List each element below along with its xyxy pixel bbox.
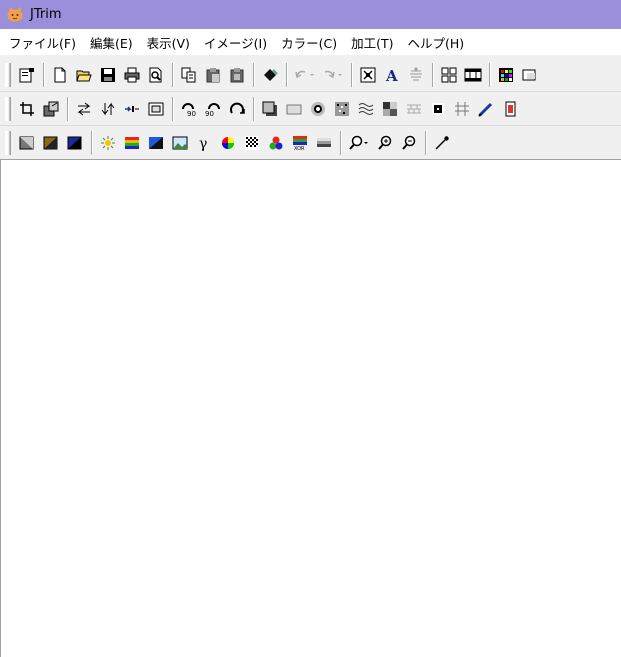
- svg-text:90: 90: [205, 110, 214, 117]
- toolbar-separator: [172, 96, 173, 121]
- rotate-minus90-icon[interactable]: 90: [202, 98, 224, 120]
- grayscale-icon[interactable]: [16, 132, 38, 154]
- negative-icon[interactable]: [64, 132, 86, 154]
- rotate-90-icon[interactable]: 90: [178, 98, 200, 120]
- toolbar-separator: [253, 96, 254, 121]
- color-palette-icon[interactable]: [495, 64, 517, 86]
- toolbar-separator: [43, 62, 44, 87]
- flip-vertical-icon[interactable]: [97, 98, 119, 120]
- filmstrip-icon[interactable]: [462, 64, 484, 86]
- save-icon[interactable]: [97, 64, 119, 86]
- redo-icon[interactable]: [320, 64, 346, 86]
- undo-icon[interactable]: [292, 64, 318, 86]
- toolbar-area: A 90 90 γ XOR: [0, 55, 621, 160]
- title-bar: JTrim: [0, 0, 621, 29]
- extra-icon[interactable]: [519, 64, 541, 86]
- gamma-icon[interactable]: γ: [193, 132, 215, 154]
- menu-view[interactable]: 表示(V): [140, 31, 197, 53]
- svg-text:A: A: [385, 67, 398, 83]
- hue-icon[interactable]: [217, 132, 239, 154]
- zoom-out-icon[interactable]: [398, 132, 420, 154]
- zoom-in-icon[interactable]: [374, 132, 396, 154]
- text-icon[interactable]: A: [381, 64, 403, 86]
- toolbar-separator: [425, 130, 426, 155]
- frame-icon[interactable]: [145, 98, 167, 120]
- rgb-icon[interactable]: [265, 132, 287, 154]
- crop-icon[interactable]: [16, 98, 38, 120]
- toolbar-grip[interactable]: [5, 130, 11, 155]
- open-folder-icon[interactable]: [73, 64, 95, 86]
- toolbar-separator: [489, 62, 490, 87]
- shadow-icon[interactable]: [259, 98, 281, 120]
- new-file-icon[interactable]: [49, 64, 71, 86]
- image-toolbar: 90 90: [0, 92, 621, 126]
- main-toolbar: A: [0, 58, 621, 92]
- trim-icon[interactable]: [121, 98, 143, 120]
- fill-icon[interactable]: [259, 64, 281, 86]
- zoom-icon[interactable]: [346, 132, 372, 154]
- toolbar-grip[interactable]: [5, 62, 11, 87]
- menu-bar: ファイル(F) 編集(E) 表示(V) イメージ(I) カラー(C) 加工(T)…: [0, 29, 621, 55]
- align-icon[interactable]: [405, 64, 427, 86]
- menu-image[interactable]: イメージ(I): [197, 31, 274, 53]
- toolbar-separator: [340, 130, 341, 155]
- copy-icon[interactable]: [178, 64, 200, 86]
- svg-text:XOR: XOR: [294, 146, 305, 151]
- toolbar-separator: [286, 62, 287, 87]
- grid-view-icon[interactable]: [438, 64, 460, 86]
- pen-icon[interactable]: [475, 98, 497, 120]
- toolbar-separator: [67, 96, 68, 121]
- menu-file[interactable]: ファイル(F): [0, 31, 83, 53]
- flip-horizontal-icon[interactable]: [73, 98, 95, 120]
- grid-icon[interactable]: [451, 98, 473, 120]
- image-adjust-icon[interactable]: [169, 132, 191, 154]
- border-icon[interactable]: [283, 98, 305, 120]
- toolbar-grip[interactable]: [5, 96, 11, 121]
- wave-icon[interactable]: [355, 98, 377, 120]
- window-title: JTrim: [30, 7, 62, 22]
- level-icon[interactable]: [313, 132, 335, 154]
- svg-text:γ: γ: [199, 136, 207, 151]
- rotate-icon[interactable]: [226, 98, 248, 120]
- toolbar-separator: [172, 62, 173, 87]
- xor-icon[interactable]: XOR: [289, 132, 311, 154]
- print-preview-icon[interactable]: [145, 64, 167, 86]
- menu-help[interactable]: ヘルプ(H): [401, 31, 472, 53]
- sepia-icon[interactable]: [40, 132, 62, 154]
- fit-window-icon[interactable]: [357, 64, 379, 86]
- resize-icon[interactable]: [40, 98, 62, 120]
- color-toolbar: γ XOR: [0, 126, 621, 160]
- image-canvas[interactable]: [0, 159, 621, 657]
- paste-icon[interactable]: [202, 64, 224, 86]
- toolbar-separator: [91, 130, 92, 155]
- print-icon[interactable]: [121, 64, 143, 86]
- properties-icon[interactable]: [16, 64, 38, 86]
- brick-icon[interactable]: [403, 98, 425, 120]
- mosaic-icon[interactable]: [379, 98, 401, 120]
- menu-color[interactable]: カラー(C): [274, 31, 344, 53]
- color-balance-icon[interactable]: [121, 132, 143, 154]
- blur-icon[interactable]: [307, 98, 329, 120]
- toolbar-separator: [351, 62, 352, 87]
- paste-new-icon[interactable]: [226, 64, 248, 86]
- eyedropper-icon[interactable]: [431, 132, 453, 154]
- gradient-icon[interactable]: [145, 132, 167, 154]
- toolbar-separator: [432, 62, 433, 87]
- dither-icon[interactable]: [241, 132, 263, 154]
- menu-process[interactable]: 加工(T): [344, 31, 400, 53]
- noise-icon[interactable]: [331, 98, 353, 120]
- marker-icon[interactable]: [499, 98, 521, 120]
- svg-text:90: 90: [187, 110, 196, 117]
- toolbar-separator: [253, 62, 254, 87]
- app-cat-icon: [5, 7, 24, 23]
- spotlight-icon[interactable]: [427, 98, 449, 120]
- menu-edit[interactable]: 編集(E): [83, 31, 140, 53]
- brightness-icon[interactable]: [97, 132, 119, 154]
